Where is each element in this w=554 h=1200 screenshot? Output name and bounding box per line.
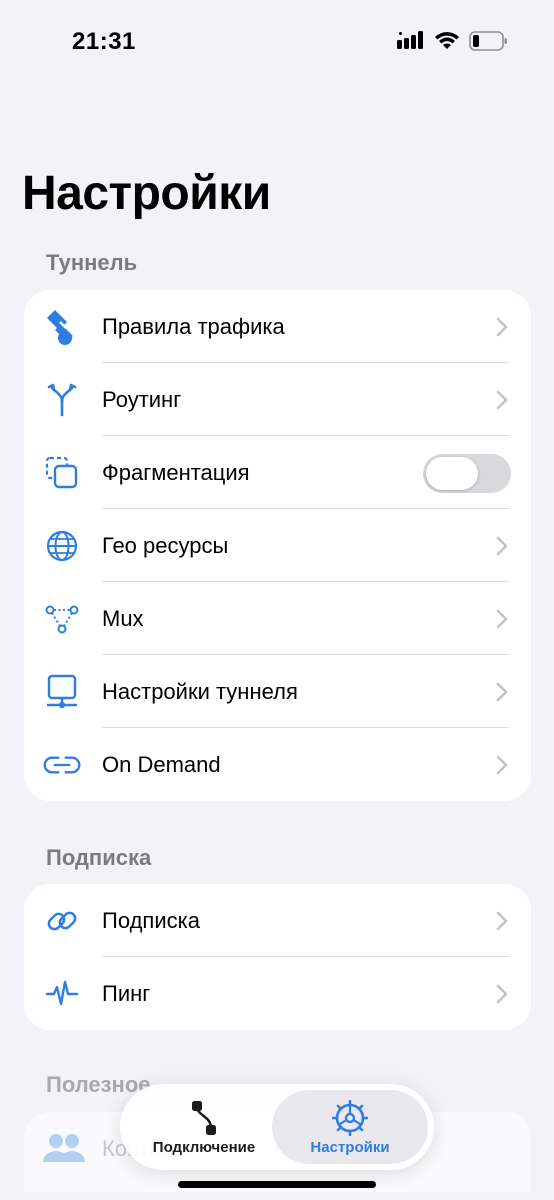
section-header-subscription: Подписка xyxy=(46,845,152,870)
row-fragmentation: Фрагментация xyxy=(24,436,531,509)
cellular-signal-icon xyxy=(397,31,423,49)
row-routing[interactable]: Роутинг xyxy=(24,363,531,436)
fragmentation-toggle[interactable] xyxy=(423,454,511,493)
chevron-right-icon xyxy=(496,755,508,775)
toggle-knob xyxy=(426,457,478,490)
wifi-icon xyxy=(435,32,459,49)
chevron-right-icon xyxy=(496,317,508,337)
row-label: On Demand xyxy=(102,752,221,777)
chevron-right-icon xyxy=(496,390,508,410)
chevron-right-icon xyxy=(496,682,508,702)
tab-bar: Подключение Настройки xyxy=(120,1084,434,1170)
battery-icon xyxy=(469,31,507,51)
link-icon xyxy=(42,745,82,785)
tab-settings-label: Настройки xyxy=(310,1139,390,1156)
status-bar: 21:31 xyxy=(0,0,554,80)
row-label: Пинг xyxy=(102,981,151,1006)
row-ping[interactable]: Пинг xyxy=(24,957,531,1030)
tunnel-settings-card: Правила трафика Роутинг Фрагментация Гео… xyxy=(24,290,531,801)
row-label: Mux xyxy=(102,606,144,631)
tunnel-settings-icon xyxy=(42,672,82,712)
chain-link-icon xyxy=(42,901,82,941)
section-header-tunnel: Туннель xyxy=(46,250,138,275)
globe-icon xyxy=(42,526,82,566)
row-label: Правила трафика xyxy=(102,314,285,339)
row-label: Гео ресурсы xyxy=(102,533,229,558)
row-geo-resources[interactable]: Гео ресурсы xyxy=(24,509,531,582)
chevron-right-icon xyxy=(496,984,508,1004)
tab-connect[interactable]: Подключение xyxy=(126,1090,282,1164)
subscription-card: Подписка Пинг xyxy=(24,884,531,1030)
chevron-right-icon xyxy=(496,911,508,931)
tab-connect-label: Подключение xyxy=(152,1139,256,1156)
status-time: 21:31 xyxy=(72,28,136,55)
pulse-icon xyxy=(42,974,82,1014)
traffic-rules-icon xyxy=(42,307,82,347)
row-subscription[interactable]: Подписка xyxy=(24,884,531,957)
people-icon xyxy=(43,1134,85,1162)
gear-icon xyxy=(332,1100,368,1136)
row-traffic-rules[interactable]: Правила трафика xyxy=(24,290,531,363)
row-label: Фрагментация xyxy=(102,460,250,485)
row-tunnel-settings[interactable]: Настройки туннеля xyxy=(24,655,531,728)
tab-settings[interactable]: Настройки xyxy=(272,1090,428,1164)
row-label: Подписка xyxy=(102,908,200,933)
mux-icon xyxy=(42,599,82,639)
connection-path-icon xyxy=(192,1101,216,1135)
row-mux[interactable]: Mux xyxy=(24,582,531,655)
home-indicator xyxy=(178,1181,376,1188)
row-label: Настройки туннеля xyxy=(102,679,298,704)
chevron-right-icon xyxy=(496,536,508,556)
page-title: Настройки xyxy=(22,167,271,220)
fragmentation-icon xyxy=(42,453,82,493)
row-label: Роутинг xyxy=(102,387,182,412)
routing-icon xyxy=(42,380,82,420)
row-on-demand[interactable]: On Demand xyxy=(24,728,531,801)
chevron-right-icon xyxy=(496,609,508,629)
